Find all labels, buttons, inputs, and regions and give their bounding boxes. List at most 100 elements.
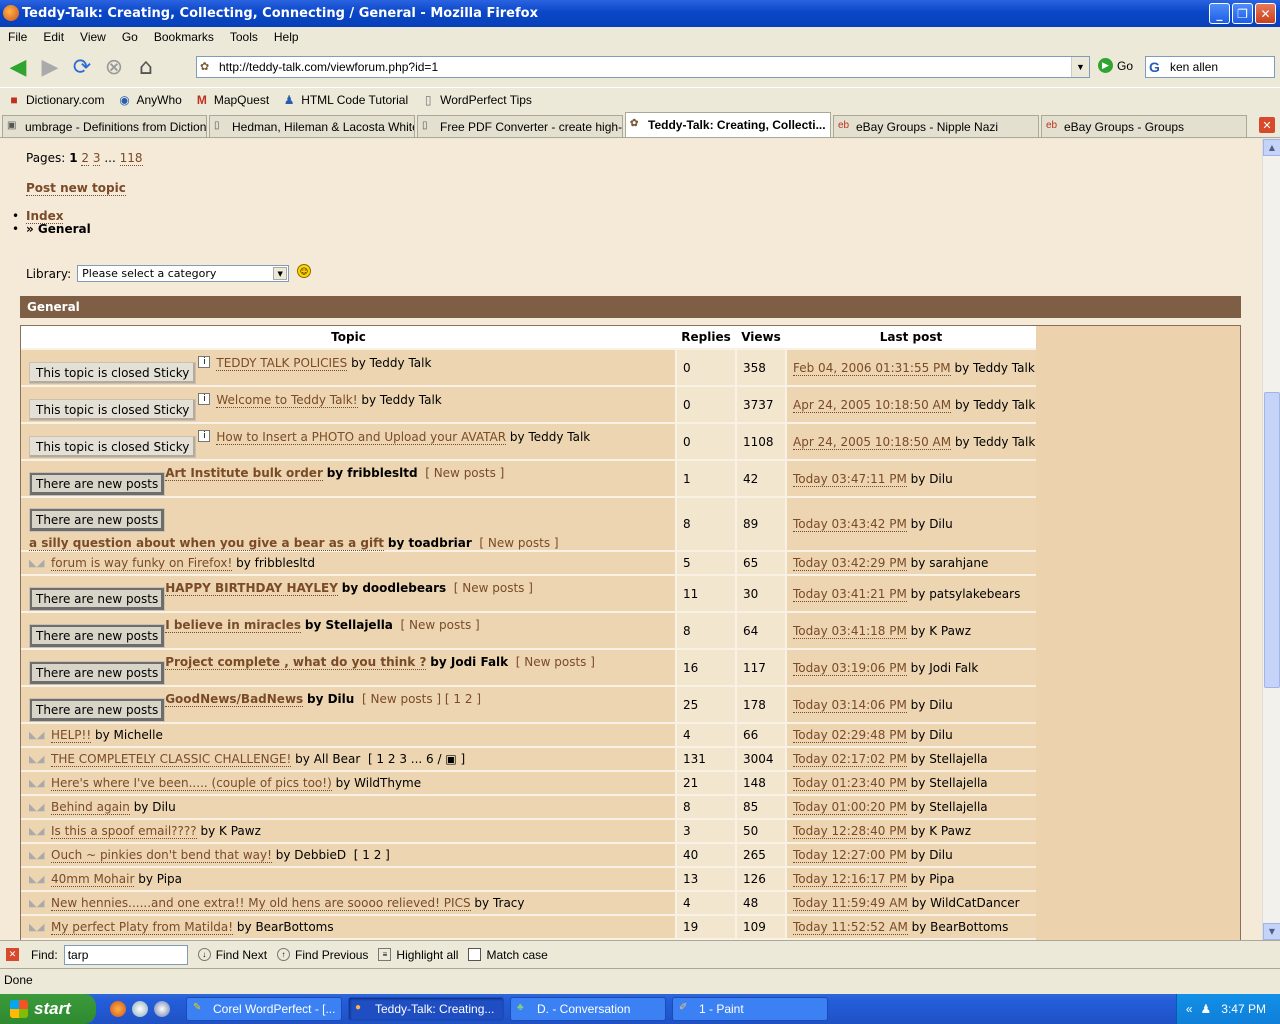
vertical-scrollbar[interactable]: ▲ ▼ — [1262, 139, 1280, 940]
new-posts-link[interactable]: [ New posts ] — [516, 655, 595, 669]
last-post-link[interactable]: Today 03:14:06 PM — [793, 697, 907, 713]
last-post-link[interactable]: Today 02:29:48 PM — [793, 728, 907, 743]
menu-tools[interactable]: Tools — [222, 30, 266, 44]
tab-hedman[interactable]: ▯ Hedman, Hileman & Lacosta Whitef... — [209, 115, 415, 137]
topic-link[interactable]: HELP!! — [51, 728, 92, 743]
menu-file[interactable]: File — [0, 30, 35, 44]
last-post-link[interactable]: Today 11:52:52 AM — [793, 920, 908, 935]
stop-icon[interactable]: ⊗ — [100, 53, 128, 81]
topic-link[interactable]: My perfect Platy from Matilda! — [51, 920, 234, 935]
back-icon[interactable]: ◀ — [4, 53, 32, 81]
post-new-topic-link[interactable]: Post new topic — [26, 181, 126, 196]
url-dropdown-icon[interactable]: ▼ — [1071, 57, 1089, 77]
bookmark-html-tutorial[interactable]: ♟ HTML Code Tutorial — [281, 92, 408, 108]
topic-link[interactable]: THE COMPLETELY CLASSIC CHALLENGE! — [51, 752, 292, 767]
close-find-icon[interactable]: ✕ — [6, 948, 19, 961]
topic-link[interactable]: Ouch ~ pinkies don't bend that way! — [51, 848, 272, 863]
menu-view[interactable]: View — [72, 30, 114, 44]
last-post-link[interactable]: Today 03:42:29 PM — [793, 556, 907, 571]
maximize-button[interactable]: ❐ — [1232, 3, 1253, 24]
topic-link[interactable]: New hennies......and one extra!! My old … — [51, 896, 471, 911]
url-bar[interactable]: ✿ http://teddy-talk.com/viewforum.php?id… — [196, 56, 1090, 78]
close-tab-icon[interactable]: ✕ — [1259, 117, 1275, 133]
topic-link[interactable]: Art Institute bulk order — [165, 465, 323, 481]
tab-teddy-talk[interactable]: ✿ Teddy-Talk: Creating, Collecti... — [625, 112, 831, 137]
new-posts-link[interactable]: [ New posts ] — [454, 581, 533, 595]
find-input[interactable]: tarp — [63, 944, 188, 965]
task-firefox[interactable]: ● Teddy-Talk: Creating... — [348, 997, 504, 1021]
start-button[interactable]: start — [0, 994, 96, 1024]
tab-ebay-groups[interactable]: eb eBay Groups - Groups — [1041, 115, 1247, 137]
forward-icon[interactable]: ▶ — [36, 53, 64, 81]
new-posts-link[interactable]: [ New posts ] [ 1 2 ] — [362, 692, 481, 706]
page-link-3[interactable]: 3 — [92, 151, 101, 166]
highlight-all-button[interactable]: ≡ Highlight all — [378, 948, 458, 962]
last-post-link[interactable]: Today 01:00:20 PM — [793, 800, 907, 815]
topic-pages[interactable]: [ 1 2 ] — [354, 848, 390, 862]
topic-link[interactable]: forum is way funky on Firefox! — [51, 556, 233, 571]
bookmark-anywho[interactable]: ◉ AnyWho — [116, 92, 182, 108]
menu-bookmarks[interactable]: Bookmarks — [146, 30, 222, 44]
bookmark-dictionary[interactable]: ■ Dictionary.com — [6, 92, 104, 108]
topic-pages[interactable]: [ 1 2 3 ... 6 / ▣ ] — [368, 752, 465, 766]
topic-link[interactable]: Welcome to Teddy Talk! — [216, 392, 358, 408]
topic-link[interactable]: HAPPY BIRTHDAY HAYLEY — [165, 580, 338, 596]
find-previous-button[interactable]: ↑ Find Previous — [277, 948, 368, 962]
last-post-link[interactable]: Today 01:23:40 PM — [793, 776, 907, 791]
scroll-thumb[interactable] — [1264, 392, 1280, 688]
new-posts-link[interactable]: [ New posts ] — [401, 618, 480, 632]
last-post-link[interactable]: Today 11:59:49 AM — [793, 896, 908, 911]
window-title-bar[interactable]: Teddy-Talk: Creating, Collecting, Connec… — [0, 0, 1280, 27]
messenger-tray-icon[interactable]: ♟ — [1201, 1002, 1212, 1016]
task-paint[interactable]: ✐ 1 - Paint — [672, 997, 828, 1021]
task-wordperfect[interactable]: ✎ Corel WordPerfect - [... — [186, 997, 342, 1021]
close-button[interactable]: ✕ — [1255, 3, 1276, 24]
find-next-button[interactable]: ↓ Find Next — [197, 948, 267, 962]
menu-go[interactable]: Go — [114, 30, 146, 44]
firefox-quicklaunch-icon[interactable] — [110, 1001, 126, 1017]
reload-icon[interactable]: ⟳ — [68, 53, 96, 81]
bookmark-wordperfect[interactable]: ▯ WordPerfect Tips — [420, 92, 532, 108]
library-select[interactable]: Please select a category ▼ — [77, 265, 290, 282]
tab-umbrage[interactable]: ▣ umbrage - Definitions from Dictiona... — [2, 115, 207, 137]
topic-link[interactable]: How to Insert a PHOTO and Upload your AV… — [216, 429, 507, 445]
new-posts-link[interactable]: [ New posts ] — [425, 466, 504, 480]
new-posts-link[interactable]: [ New posts ] — [479, 536, 558, 550]
scroll-up-icon[interactable]: ▲ — [1263, 139, 1280, 156]
tab-ebay-nipple[interactable]: eb eBay Groups - Nipple Nazi — [833, 115, 1039, 137]
last-post-link[interactable]: Today 12:16:17 PM — [793, 872, 907, 887]
topic-link[interactable]: 40mm Mohair — [51, 872, 135, 887]
tab-pdf-converter[interactable]: ▯ Free PDF Converter - create high-... — [417, 115, 623, 137]
ie-quicklaunch-icon[interactable] — [132, 1001, 148, 1017]
bookmark-mapquest[interactable]: M MapQuest — [194, 92, 269, 108]
last-post-link[interactable]: Today 03:47:11 PM — [793, 471, 907, 487]
last-post-link[interactable]: Today 03:43:42 PM — [793, 517, 907, 532]
last-post-link[interactable]: Today 03:41:21 PM — [793, 586, 907, 602]
minimize-button[interactable]: _ — [1209, 3, 1230, 24]
smiley-icon[interactable]: ☺ — [297, 264, 311, 278]
page-link-2[interactable]: 2 — [81, 151, 90, 166]
last-post-link[interactable]: Apr 24, 2005 10:18:50 AM — [793, 434, 952, 450]
last-post-link[interactable]: Apr 24, 2005 10:18:50 AM — [793, 397, 952, 413]
topic-link[interactable]: Is this a spoof email???? — [51, 824, 197, 839]
go-button[interactable]: ▶ Go — [1098, 58, 1133, 73]
match-case-checkbox[interactable]: Match case — [468, 948, 548, 962]
menu-edit[interactable]: Edit — [35, 30, 72, 44]
topic-link[interactable]: Behind again — [51, 800, 130, 815]
last-post-link[interactable]: Feb 04, 2006 01:31:55 PM — [793, 360, 951, 376]
topic-link[interactable]: a silly question about when you give a b… — [29, 536, 385, 551]
last-post-link[interactable]: Today 02:17:02 PM — [793, 752, 907, 767]
media-quicklaunch-icon[interactable] — [154, 1001, 170, 1017]
last-post-link[interactable]: Today 03:41:18 PM — [793, 623, 907, 639]
scroll-down-icon[interactable]: ▼ — [1263, 923, 1280, 940]
last-post-link[interactable]: Today 12:27:00 PM — [793, 848, 907, 863]
topic-link[interactable]: GoodNews/BadNews — [165, 691, 304, 707]
last-post-link[interactable]: Today 03:19:06 PM — [793, 660, 907, 676]
tray-arrow-icon[interactable]: « — [1186, 1002, 1193, 1016]
menu-help[interactable]: Help — [266, 30, 307, 44]
last-post-link[interactable]: Today 12:28:40 PM — [793, 824, 907, 839]
topic-link[interactable]: Project complete , what do you think ? — [165, 654, 427, 670]
page-link-last[interactable]: 118 — [119, 151, 143, 166]
task-conversation[interactable]: ♣ D. - Conversation — [510, 997, 666, 1021]
home-icon[interactable]: ⌂ — [132, 53, 160, 81]
